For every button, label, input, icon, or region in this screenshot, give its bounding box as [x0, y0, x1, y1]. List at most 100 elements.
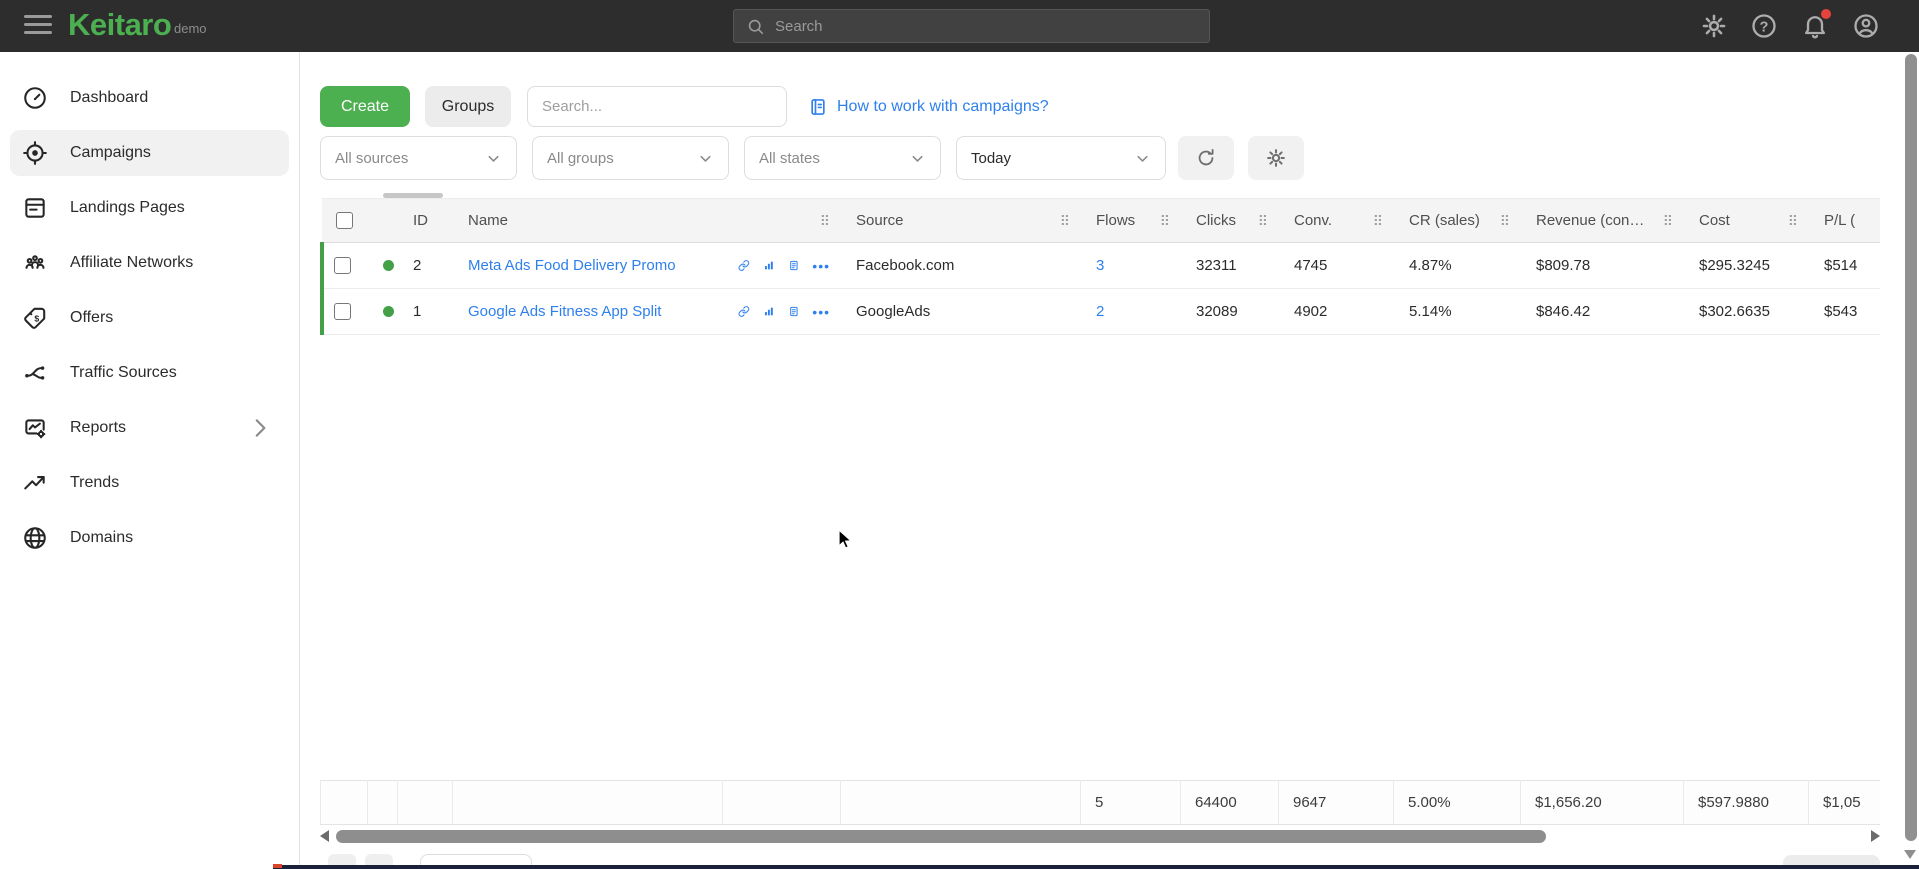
filters-bar: All sources All groups All states Today — [320, 136, 1304, 180]
campaign-link-icon[interactable] — [738, 302, 750, 321]
domains-globe-icon — [22, 525, 48, 551]
notifications-bell-icon[interactable] — [1801, 12, 1829, 40]
vscroll-thumb[interactable] — [1905, 54, 1917, 841]
hscroll-track[interactable] — [334, 830, 1866, 843]
global-search-input[interactable] — [775, 18, 1197, 35]
scroll-left-arrow[interactable] — [320, 830, 329, 842]
refresh-button[interactable] — [1178, 136, 1234, 180]
row-checkbox[interactable] — [334, 303, 351, 320]
sidebar-item-traffic-sources[interactable]: Traffic Sources — [10, 350, 289, 396]
sidebar-label: Dashboard — [70, 89, 148, 107]
cr-column-header[interactable]: CR (sales) — [1409, 212, 1480, 229]
horizontal-scrollbar — [320, 826, 1880, 846]
summary-conv: 9647 — [1279, 781, 1394, 825]
help-link-label: How to work with campaigns? — [837, 98, 1049, 116]
campaign-log-icon[interactable] — [788, 256, 800, 275]
states-filter-select[interactable]: All states — [744, 136, 941, 180]
landings-document-icon — [22, 195, 48, 221]
groups-filter-select[interactable]: All groups — [532, 136, 729, 180]
drag-handle-icon[interactable]: ⠿ — [820, 214, 830, 228]
flows-count-link[interactable]: 2 — [1096, 303, 1104, 320]
drag-handle-icon[interactable]: ⠿ — [1373, 214, 1383, 228]
source-column-header[interactable]: Source — [856, 212, 904, 229]
drag-handle-icon[interactable]: ⠿ — [1060, 214, 1070, 228]
id-column-header[interactable]: ID — [399, 199, 454, 243]
sidebar-item-campaigns[interactable]: Campaigns — [10, 130, 289, 176]
sidebar-item-landings-pages[interactable]: Landings Pages — [10, 185, 289, 231]
cost-value: $302.6635 — [1685, 289, 1810, 335]
summary-row: 5 64400 9647 5.00% $1,656.20 $597.9880 $… — [320, 780, 1880, 825]
select-all-checkbox[interactable] — [336, 212, 353, 229]
campaigns-table: ID Name ⠿ Source ⠿ Flows ⠿ Clicks ⠿ Conv. ⠿ C… — [320, 198, 1880, 335]
revenue-column-header[interactable]: Revenue (con… — [1536, 212, 1644, 229]
conv-column-header[interactable]: Conv. — [1294, 212, 1332, 229]
campaign-source: Facebook.com — [842, 243, 1082, 289]
cr-value: 4.87% — [1395, 243, 1522, 289]
sources-filter-select[interactable]: All sources — [320, 136, 517, 180]
campaign-link-icon[interactable] — [738, 256, 750, 275]
book-icon — [808, 97, 828, 117]
campaign-search-input[interactable] — [527, 86, 787, 127]
sidebar-label: Domains — [70, 529, 133, 547]
sidebar-item-dashboard[interactable]: Dashboard — [10, 75, 289, 121]
date-range-select[interactable]: Today — [956, 136, 1166, 180]
clicks-column-header[interactable]: Clicks — [1196, 212, 1236, 229]
cost-value: $295.3245 — [1685, 243, 1810, 289]
vertical-scrollbar — [1902, 52, 1919, 869]
revenue-value: $809.78 — [1522, 243, 1685, 289]
help-icon[interactable]: ? — [1750, 12, 1778, 40]
chevron-down-icon — [909, 150, 926, 167]
summary-pl: $1,05 — [1809, 781, 1881, 825]
drag-handle-icon[interactable]: ⠿ — [1258, 214, 1268, 228]
settings-gear-icon[interactable] — [1700, 12, 1728, 40]
flows-column-header[interactable]: Flows — [1096, 212, 1135, 229]
campaign-source: GoogleAds — [842, 289, 1082, 335]
drag-handle-icon[interactable]: ⠿ — [1663, 214, 1673, 228]
status-column-header — [369, 199, 399, 243]
table-settings-button[interactable] — [1248, 136, 1304, 180]
row-checkbox[interactable] — [334, 257, 351, 274]
svg-text:?: ? — [1760, 19, 1769, 35]
sidebar-item-domains[interactable]: Domains — [10, 515, 289, 561]
name-column-header[interactable]: Name — [468, 212, 508, 229]
sidebar-label: Reports — [70, 419, 126, 437]
global-search[interactable] — [733, 9, 1210, 43]
create-button[interactable]: Create — [320, 86, 410, 127]
sidebar: Dashboard Campaigns Landings Pages Affil… — [0, 52, 300, 869]
clicks-value: 32311 — [1182, 243, 1280, 289]
scroll-down-arrow[interactable] — [1904, 850, 1916, 859]
groups-filter-value: All groups — [547, 150, 614, 167]
app-logo[interactable]: Keitaro — [68, 7, 171, 43]
summary-cost: $597.9880 — [1684, 781, 1809, 825]
menu-hamburger-icon[interactable] — [24, 15, 52, 39]
notification-badge — [1821, 9, 1831, 19]
sidebar-item-trends[interactable]: Trends — [10, 460, 289, 506]
scroll-right-arrow[interactable] — [1871, 830, 1880, 842]
status-active-dot — [383, 306, 394, 317]
flows-count-link[interactable]: 3 — [1096, 257, 1104, 274]
drag-handle-icon[interactable]: ⠿ — [1500, 214, 1510, 228]
chevron-down-icon — [485, 150, 502, 167]
table-row[interactable]: 2 Meta Ads Food Delivery Promo ••• Faceb… — [322, 243, 1880, 289]
sidebar-item-reports[interactable]: Reports — [10, 405, 289, 451]
drag-handle-icon[interactable]: ⠿ — [1160, 214, 1170, 228]
account-icon[interactable] — [1852, 12, 1880, 40]
hscroll-thumb[interactable] — [336, 830, 1546, 843]
campaign-name-link[interactable]: Meta Ads Food Delivery Promo — [468, 257, 676, 274]
campaign-stats-icon[interactable] — [763, 256, 775, 275]
drag-handle-icon[interactable]: ⠿ — [1788, 214, 1798, 228]
table-row[interactable]: 1 Google Ads Fitness App Split ••• Googl… — [322, 289, 1880, 335]
campaign-log-icon[interactable] — [788, 302, 800, 321]
groups-button[interactable]: Groups — [425, 86, 511, 127]
campaign-stats-icon[interactable] — [763, 302, 775, 321]
sidebar-item-offers[interactable]: $ Offers — [10, 295, 289, 341]
cost-column-header[interactable]: Cost — [1699, 212, 1730, 229]
toolbar: Create Groups How to work with campaigns… — [320, 86, 1049, 127]
sidebar-item-affiliate-networks[interactable]: Affiliate Networks — [10, 240, 289, 286]
campaign-name-link[interactable]: Google Ads Fitness App Split — [468, 303, 661, 320]
more-actions-icon[interactable]: ••• — [812, 259, 830, 273]
pl-column-header[interactable]: P/L ( — [1810, 199, 1880, 243]
more-actions-icon[interactable]: ••• — [812, 305, 830, 319]
help-campaigns-link[interactable]: How to work with campaigns? — [808, 97, 1049, 117]
sidebar-label: Campaigns — [70, 144, 151, 162]
